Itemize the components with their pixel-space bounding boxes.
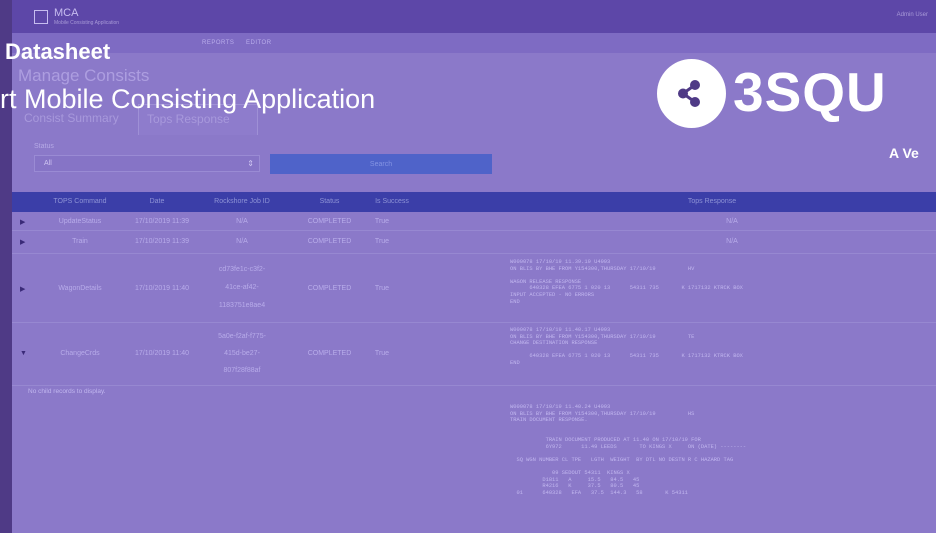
datasheet-title: Datasheet xyxy=(5,39,111,64)
table-row[interactable]: ▶ UpdateStatus 17/10/2019 11:39 N/A COMP… xyxy=(12,213,936,231)
cell-date: 17/10/2019 11:39 xyxy=(135,238,189,245)
response-line: 640328 EFEA 6775 1 020 13 54311 735 K 17… xyxy=(510,353,743,360)
cell-job-id-line: 807f28f88af xyxy=(223,367,261,374)
cell-date: 17/10/2019 11:39 xyxy=(135,218,189,225)
detail-line: ON BLIS BY BHE FROM Y154300,THURSDAY 17/… xyxy=(510,410,695,417)
cell-status: COMPLETED xyxy=(307,285,352,292)
cell-success: True xyxy=(374,285,390,292)
grid-header: TOPS Command Date Rockshore Job ID Statu… xyxy=(12,192,936,212)
app-nav: REPORTS EDITOR xyxy=(12,33,936,53)
detail-line: 09 SEDOUT 54311 KINGS X xyxy=(510,469,630,476)
cell-command: ChangeCrds xyxy=(60,350,100,357)
cell-command: UpdateStatus xyxy=(58,218,102,225)
expand-icon[interactable]: ▶ xyxy=(20,218,25,226)
table-row[interactable]: ▼ ChangeCrds 17/10/2019 11:40 5a0e-f2af-… xyxy=(12,323,936,386)
response-line: CHANGE DESTINATION RESPONSE xyxy=(510,340,598,347)
column-header[interactable]: Tops Response xyxy=(612,198,812,205)
response-line: ON BLIS BY BHE FROM Y154300,THURSDAY 17/… xyxy=(510,265,695,272)
response-line: ON BLIS BY BHE FROM Y154300,THURSDAY 17/… xyxy=(510,333,695,340)
column-header[interactable]: Rockshore Job ID xyxy=(202,198,282,205)
cell-job-id: N/A xyxy=(236,218,248,225)
response-line: W000078 17/10/19 11.39.19 U4993 xyxy=(510,259,611,265)
brand-tagline: A Ve xyxy=(889,145,919,161)
status-filter-label: Status xyxy=(34,143,54,150)
datasheet-subtitle: rt Mobile Consisting Application xyxy=(0,84,376,114)
detail-line: W000078 17/10/19 11.40.24 U4993 xyxy=(510,404,611,410)
app-name: MCA xyxy=(54,7,79,19)
cell-status: COMPLETED xyxy=(307,238,352,245)
user-menu[interactable]: Admin User xyxy=(897,12,928,18)
response-line: 640328 EFEA 6775 1 020 13 54311 735 K 17… xyxy=(510,285,743,292)
cell-date: 17/10/2019 11:40 xyxy=(135,285,189,292)
response-line: W000078 17/10/19 11.40.17 U4993 xyxy=(510,327,611,333)
expand-icon[interactable]: ▶ xyxy=(20,285,25,293)
cell-job-id-line: 415d-be27- xyxy=(224,350,260,357)
cell-command: WagonDetails xyxy=(58,285,102,292)
select-arrows-icon: ⇕ xyxy=(247,159,254,168)
cell-job-id-line: 5a0e-f2af-f775- xyxy=(218,333,266,340)
cell-status: COMPLETED xyxy=(307,218,352,225)
response-line: END xyxy=(510,298,520,305)
cell-job-id: N/A xyxy=(236,238,248,245)
detail-line: SQ WGN NUMBER CL TPE LGTH WEIGHT BY DTL … xyxy=(510,456,734,463)
table-row[interactable]: ▶ Train 17/10/2019 11:39 N/A COMPLETED T… xyxy=(12,231,936,254)
consist-grid: TOPS Command Date Rockshore Job ID Statu… xyxy=(12,192,936,533)
search-button[interactable]: Search xyxy=(270,154,492,174)
cell-status: COMPLETED xyxy=(307,350,352,357)
cell-response: N/A xyxy=(726,218,738,225)
column-header[interactable]: Is Success xyxy=(362,198,422,205)
cell-response-text: W000078 17/10/19 11.39.19 U4993 ON BLIS … xyxy=(510,259,930,305)
cell-command: Train xyxy=(72,238,88,245)
detail-line: D1811 A 15.5 84.5 45 xyxy=(510,476,640,483)
cell-success: True xyxy=(374,350,390,357)
detail-line: TRAIN DOCUMENT RESPONSE. xyxy=(510,417,588,424)
status-select[interactable]: All ⇕ xyxy=(34,155,260,172)
app-subtitle: Mobile Consisting Application xyxy=(54,20,120,26)
cell-response: N/A xyxy=(726,238,738,245)
column-header[interactable]: Status xyxy=(302,198,357,205)
cell-success: True xyxy=(374,238,390,245)
cell-date: 17/10/2019 11:40 xyxy=(135,350,189,357)
detail-line: TRAIN DOCUMENT PRODUCED AT 11.40 ON 17/1… xyxy=(510,436,701,443)
cell-success: True xyxy=(374,218,390,225)
nav-item-reports[interactable]: REPORTS xyxy=(202,40,234,46)
nav-item-editor[interactable]: EDITOR xyxy=(246,40,272,46)
collapse-icon[interactable]: ▼ xyxy=(20,350,27,357)
column-header[interactable]: Date xyxy=(132,198,182,205)
cell-job-id-line: cd73fe1c-c3f2- xyxy=(218,266,266,273)
cell-response-text: W000078 17/10/19 11.40.17 U4993 ON BLIS … xyxy=(510,327,930,367)
no-child-records: No child records to display. xyxy=(28,388,106,395)
table-row[interactable]: ▶ WagonDetails 17/10/2019 11:40 cd73fe1c… xyxy=(12,254,936,323)
response-line: END xyxy=(510,359,520,366)
detail-response-text: W000078 17/10/19 11.40.24 U4993 ON BLIS … xyxy=(510,404,930,496)
response-line: INPUT ACCEPTED - NO ERRORS xyxy=(510,291,595,298)
page-title: Manage Consists xyxy=(18,66,150,85)
column-header[interactable]: TOPS Command xyxy=(30,198,130,205)
app-header: MCA Mobile Consisting Application Admin … xyxy=(12,0,936,33)
status-select-value: All xyxy=(44,160,52,167)
cell-job-id-line: 1183751e8ae4 xyxy=(218,302,266,309)
brand-logo-text: 3SQU xyxy=(733,61,887,123)
detail-line: 6Y972 11.49 LEEDS TO KINGS X ON (DATE) -… xyxy=(510,443,747,450)
expand-icon[interactable]: ▶ xyxy=(20,238,25,246)
detail-line: 01 640328 EFA 37.5 144.3 58 K 54311 xyxy=(510,489,688,496)
cell-job-id-line: 41ce-af42- xyxy=(225,284,259,291)
share-icon xyxy=(657,59,726,128)
detail-line: R4216 K 37.5 80.5 45 xyxy=(510,483,640,490)
app-logo-icon xyxy=(34,10,48,24)
response-line: WAGON RELEASE RESPONSE xyxy=(510,278,582,285)
